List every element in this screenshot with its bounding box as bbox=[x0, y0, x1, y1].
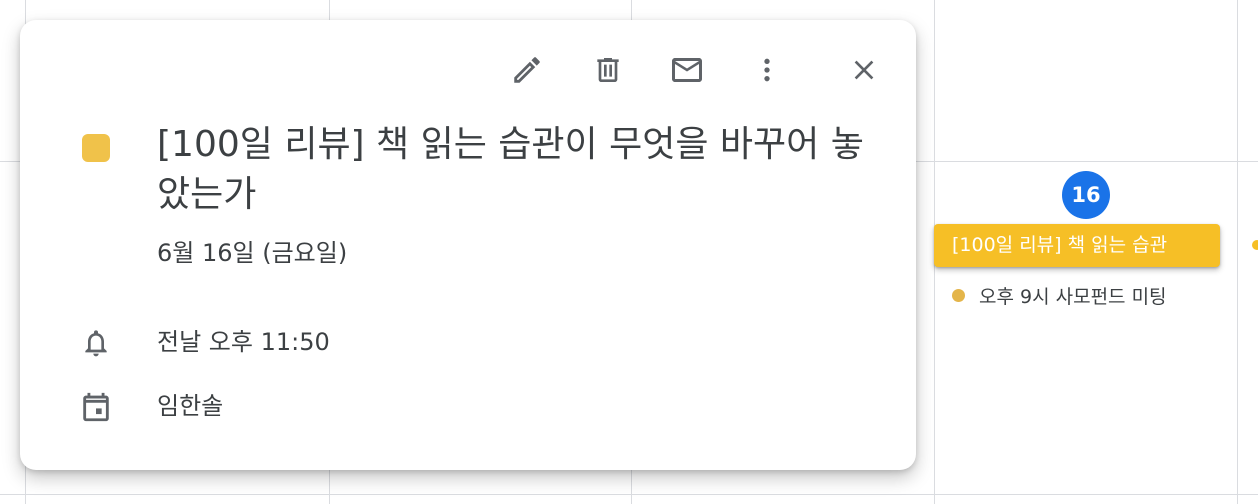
email-guests-button[interactable] bbox=[665, 48, 709, 92]
trash-icon bbox=[592, 54, 624, 86]
mail-icon bbox=[669, 52, 705, 88]
pencil-icon bbox=[510, 53, 544, 87]
today-date-badge[interactable]: 16 bbox=[1062, 171, 1110, 219]
grid-line bbox=[1237, 0, 1238, 504]
event-color-square bbox=[82, 134, 110, 162]
more-vert-icon bbox=[751, 54, 783, 86]
event-color-dot bbox=[952, 288, 965, 302]
calendar-icon bbox=[78, 389, 114, 425]
more-options-button[interactable] bbox=[745, 48, 789, 92]
grid-line bbox=[0, 494, 1258, 495]
event-dot bbox=[1252, 240, 1258, 250]
event-item-meeting[interactable]: 오후 9시 사모펀드 미팅 bbox=[952, 280, 1167, 310]
close-button[interactable] bbox=[842, 48, 886, 92]
calendar-owner-name: 임한솔 bbox=[157, 392, 224, 420]
delete-event-button[interactable] bbox=[586, 48, 630, 92]
event-detail-popup: [100일 리뷰] 책 읽는 습관이 무엇을 바꾸어 놓았는가 6월 16일 (… bbox=[20, 20, 916, 470]
event-date: 6월 16일 (금요일) bbox=[157, 239, 348, 267]
edit-event-button[interactable] bbox=[505, 48, 549, 92]
close-icon bbox=[848, 54, 880, 86]
event-item-label: 오후 9시 사모펀드 미팅 bbox=[979, 285, 1167, 308]
event-chip-book-review[interactable]: [100일 리뷰] 책 읽는 습관 bbox=[934, 224, 1220, 267]
reminder-text: 전날 오후 11:50 bbox=[157, 328, 330, 356]
bell-icon bbox=[78, 325, 114, 361]
event-title: [100일 리뷰] 책 읽는 습관이 무엇을 바꾸어 놓았는가 bbox=[157, 124, 864, 215]
